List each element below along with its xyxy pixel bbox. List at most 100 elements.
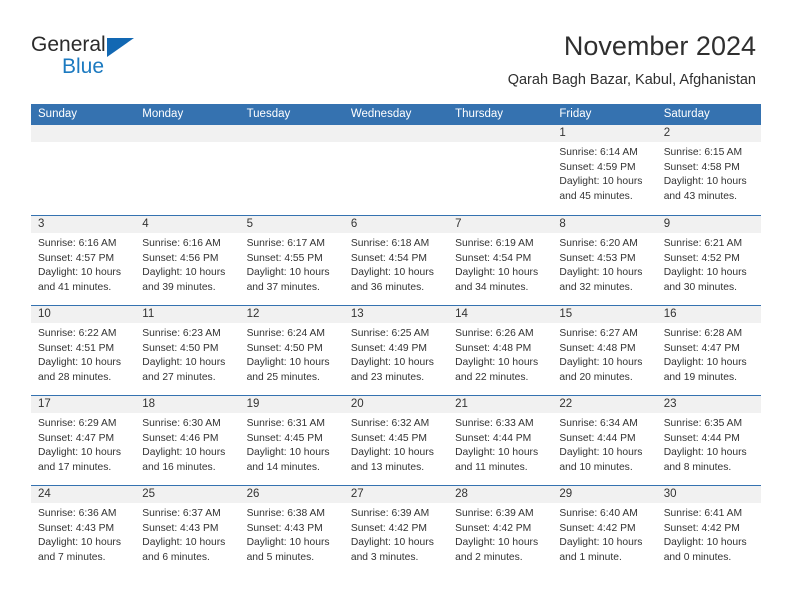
calendar-day-cell-empty [239, 125, 344, 215]
sunset-text: Sunset: 4:43 PM [246, 522, 323, 534]
calendar-day-cell[interactable]: 7 Sunrise: 6:19 AM Sunset: 4:54 PM Daylight… [448, 216, 553, 305]
daylight-text: Daylight: 10 hours and 13 minutes. [350, 447, 434, 473]
calendar-day-cell[interactable]: 13 Sunrise: 6:25 AM Sunset: 4:49 PM Dayligh… [343, 306, 449, 395]
sunset-text: Sunset: 4:48 PM [559, 342, 636, 354]
day-details: Sunrise: 6:22 AM Sunset: 4:51 PM Daylight:… [31, 323, 135, 385]
calendar-day-cell[interactable]: 27 Sunrise: 6:39 AM Sunset: 4:42 PM Dayligh… [343, 486, 449, 575]
page-header: General Blue November 2024 Qarah Bagh Ba… [0, 0, 792, 104]
day-details: Sunrise: 6:15 AM Sunset: 4:58 PM Daylight:… [657, 142, 761, 204]
calendar-day-cell[interactable]: 5 Sunrise: 6:17 AM Sunset: 4:55 PM Daylight… [239, 216, 344, 305]
calendar-day-cell[interactable]: 10 Sunrise: 6:22 AM Sunset: 4:51 PM Dayligh… [31, 306, 136, 395]
calendar-day-cell[interactable]: 1 Sunrise: 6:14 AM Sunset: 4:59 PM Daylight… [552, 125, 657, 215]
day-details: Sunrise: 6:30 AM Sunset: 4:46 PM Daylight:… [135, 413, 239, 475]
sunset-text: Sunset: 4:42 PM [559, 522, 636, 534]
weekday-header-row: Sunday Monday Tuesday Wednesday Thursday Frid… [31, 104, 761, 125]
day-details: Sunrise: 6:25 AM Sunset: 4:49 PM Daylight:… [344, 323, 448, 385]
sunset-text: Sunset: 4:45 PM [350, 432, 427, 444]
title-block: November 2024 Qarah Bagh Bazar, Kabul, A… [508, 30, 756, 90]
sunrise-text: Sunrise: 6:16 AM [38, 238, 117, 249]
day-details: Sunrise: 6:18 AM Sunset: 4:54 PM Daylight:… [344, 233, 448, 295]
calendar-day-cell[interactable]: 30 Sunrise: 6:41 AM Sunset: 4:42 PM Dayligh… [656, 486, 761, 575]
sunrise-text: Sunrise: 6:39 AM [350, 508, 430, 519]
calendar-day-cell[interactable]: 20 Sunrise: 6:32 AM Sunset: 4:45 PM Dayligh… [343, 396, 449, 485]
day-number: 26 [239, 486, 344, 503]
calendar-day-cell[interactable]: 15 Sunrise: 6:27 AM Sunset: 4:48 PM Dayligh… [552, 306, 657, 395]
calendar-week-row: 3 Sunrise: 6:16 AM Sunset: 4:57 PM Daylight… [31, 215, 761, 305]
sunset-text: Sunset: 4:52 PM [663, 252, 740, 264]
sunset-text: Sunset: 4:50 PM [142, 342, 219, 354]
calendar-day-cell[interactable]: 29 Sunrise: 6:40 AM Sunset: 4:42 PM Dayligh… [552, 486, 657, 575]
calendar-day-cell-empty [448, 125, 553, 215]
day-number: 14 [448, 306, 553, 323]
sunrise-text: Sunrise: 6:16 AM [142, 238, 221, 249]
calendar-day-cell[interactable]: 11 Sunrise: 6:23 AM Sunset: 4:50 PM Dayligh… [135, 306, 240, 395]
calendar-page: General Blue November 2024 Qarah Bagh Ba… [0, 0, 792, 612]
calendar-day-cell[interactable]: 26 Sunrise: 6:38 AM Sunset: 4:43 PM Dayligh… [239, 486, 344, 575]
day-number: 30 [656, 486, 761, 503]
location-subtitle: Qarah Bagh Bazar, Kabul, Afghanistan [507, 72, 756, 88]
sunset-text: Sunset: 4:42 PM [663, 522, 740, 534]
daylight-text: Daylight: 10 hours and 30 minutes. [663, 267, 747, 293]
calendar-day-cell[interactable]: 6 Sunrise: 6:18 AM Sunset: 4:54 PM Daylight… [343, 216, 449, 305]
calendar-day-cell[interactable]: 9 Sunrise: 6:21 AM Sunset: 4:52 PM Daylight… [656, 216, 761, 305]
sunrise-text: Sunrise: 6:38 AM [246, 508, 325, 519]
sunrise-text: Sunrise: 6:29 AM [38, 418, 117, 429]
weekday-header-wednesday: Wednesday [350, 108, 412, 120]
calendar-day-cell[interactable]: 22 Sunrise: 6:34 AM Sunset: 4:44 PM Dayligh… [552, 396, 657, 485]
day-number: 6 [343, 216, 449, 233]
calendar-day-cell[interactable]: 2 Sunrise: 6:15 AM Sunset: 4:58 PM Daylight… [656, 125, 761, 215]
daylight-text: Daylight: 10 hours and 11 minutes. [455, 447, 539, 473]
daylight-text: Daylight: 10 hours and 37 minutes. [246, 267, 330, 293]
calendar-day-cell[interactable]: 21 Sunrise: 6:33 AM Sunset: 4:44 PM Dayligh… [448, 396, 553, 485]
day-number: 29 [552, 486, 657, 503]
calendar-week-row: 10 Sunrise: 6:22 AM Sunset: 4:51 PM Dayligh… [31, 305, 761, 395]
calendar-day-cell-empty [135, 125, 240, 215]
day-details: Sunrise: 6:32 AM Sunset: 4:45 PM Daylight:… [344, 413, 448, 475]
day-number: 13 [343, 306, 449, 323]
day-number [239, 125, 344, 142]
day-number: 4 [135, 216, 240, 233]
day-details: Sunrise: 6:38 AM Sunset: 4:43 PM Daylight:… [240, 503, 344, 565]
calendar-day-cell[interactable]: 25 Sunrise: 6:37 AM Sunset: 4:43 PM Dayligh… [135, 486, 240, 575]
sunrise-text: Sunrise: 6:36 AM [38, 508, 117, 519]
sunset-text: Sunset: 4:42 PM [350, 522, 427, 534]
day-details: Sunrise: 6:35 AM Sunset: 4:44 PM Daylight:… [657, 413, 761, 475]
sunset-text: Sunset: 4:44 PM [455, 432, 532, 444]
calendar-day-cell[interactable]: 14 Sunrise: 6:26 AM Sunset: 4:48 PM Dayligh… [448, 306, 553, 395]
day-number: 21 [448, 396, 553, 413]
sunrise-text: Sunrise: 6:25 AM [350, 328, 430, 339]
calendar-day-cell-empty [343, 125, 449, 215]
calendar-day-cell[interactable]: 16 Sunrise: 6:28 AM Sunset: 4:47 PM Dayligh… [656, 306, 761, 395]
day-number [343, 125, 449, 142]
sunset-text: Sunset: 4:47 PM [663, 342, 740, 354]
daylight-text: Daylight: 10 hours and 0 minutes. [663, 537, 747, 563]
day-details: Sunrise: 6:39 AM Sunset: 4:42 PM Daylight:… [448, 503, 552, 565]
calendar-day-cell[interactable]: 4 Sunrise: 6:16 AM Sunset: 4:56 PM Daylight… [135, 216, 240, 305]
calendar-day-cell[interactable]: 12 Sunrise: 6:24 AM Sunset: 4:50 PM Dayligh… [239, 306, 344, 395]
calendar-day-cell[interactable]: 23 Sunrise: 6:35 AM Sunset: 4:44 PM Dayligh… [656, 396, 761, 485]
calendar-day-cell[interactable]: 28 Sunrise: 6:39 AM Sunset: 4:42 PM Dayligh… [448, 486, 553, 575]
day-details: Sunrise: 6:36 AM Sunset: 4:43 PM Daylight:… [31, 503, 135, 565]
calendar-day-cell[interactable]: 3 Sunrise: 6:16 AM Sunset: 4:57 PM Daylight… [31, 216, 136, 305]
calendar-week-row: 1 Sunrise: 6:14 AM Sunset: 4:59 PM Daylight… [31, 125, 761, 215]
sunrise-text: Sunrise: 6:23 AM [142, 328, 221, 339]
day-number: 28 [448, 486, 553, 503]
daylight-text: Daylight: 10 hours and 2 minutes. [455, 537, 539, 563]
generalblue-logo[interactable]: General Blue [31, 33, 261, 81]
day-details: Sunrise: 6:28 AM Sunset: 4:47 PM Daylight:… [657, 323, 761, 385]
weekday-header-monday: Monday [142, 108, 184, 120]
sunset-text: Sunset: 4:55 PM [246, 252, 323, 264]
daylight-text: Daylight: 10 hours and 7 minutes. [38, 537, 121, 563]
sunset-text: Sunset: 4:48 PM [455, 342, 532, 354]
day-details: Sunrise: 6:26 AM Sunset: 4:48 PM Daylight:… [448, 323, 552, 385]
calendar-day-cell[interactable]: 24 Sunrise: 6:36 AM Sunset: 4:43 PM Dayligh… [31, 486, 136, 575]
calendar-day-cell[interactable]: 18 Sunrise: 6:30 AM Sunset: 4:46 PM Dayligh… [135, 396, 240, 485]
calendar-day-cell[interactable]: 17 Sunrise: 6:29 AM Sunset: 4:47 PM Dayligh… [31, 396, 136, 485]
calendar-day-cell[interactable]: 19 Sunrise: 6:31 AM Sunset: 4:45 PM Dayligh… [239, 396, 344, 485]
day-details: Sunrise: 6:33 AM Sunset: 4:44 PM Daylight:… [448, 413, 552, 475]
calendar-week-row: 17 Sunrise: 6:29 AM Sunset: 4:47 PM Dayligh… [31, 395, 761, 485]
sunset-text: Sunset: 4:59 PM [559, 161, 636, 173]
sunset-text: Sunset: 4:46 PM [142, 432, 219, 444]
calendar-day-cell[interactable]: 8 Sunrise: 6:20 AM Sunset: 4:53 PM Daylight… [552, 216, 657, 305]
sunset-text: Sunset: 4:50 PM [246, 342, 323, 354]
